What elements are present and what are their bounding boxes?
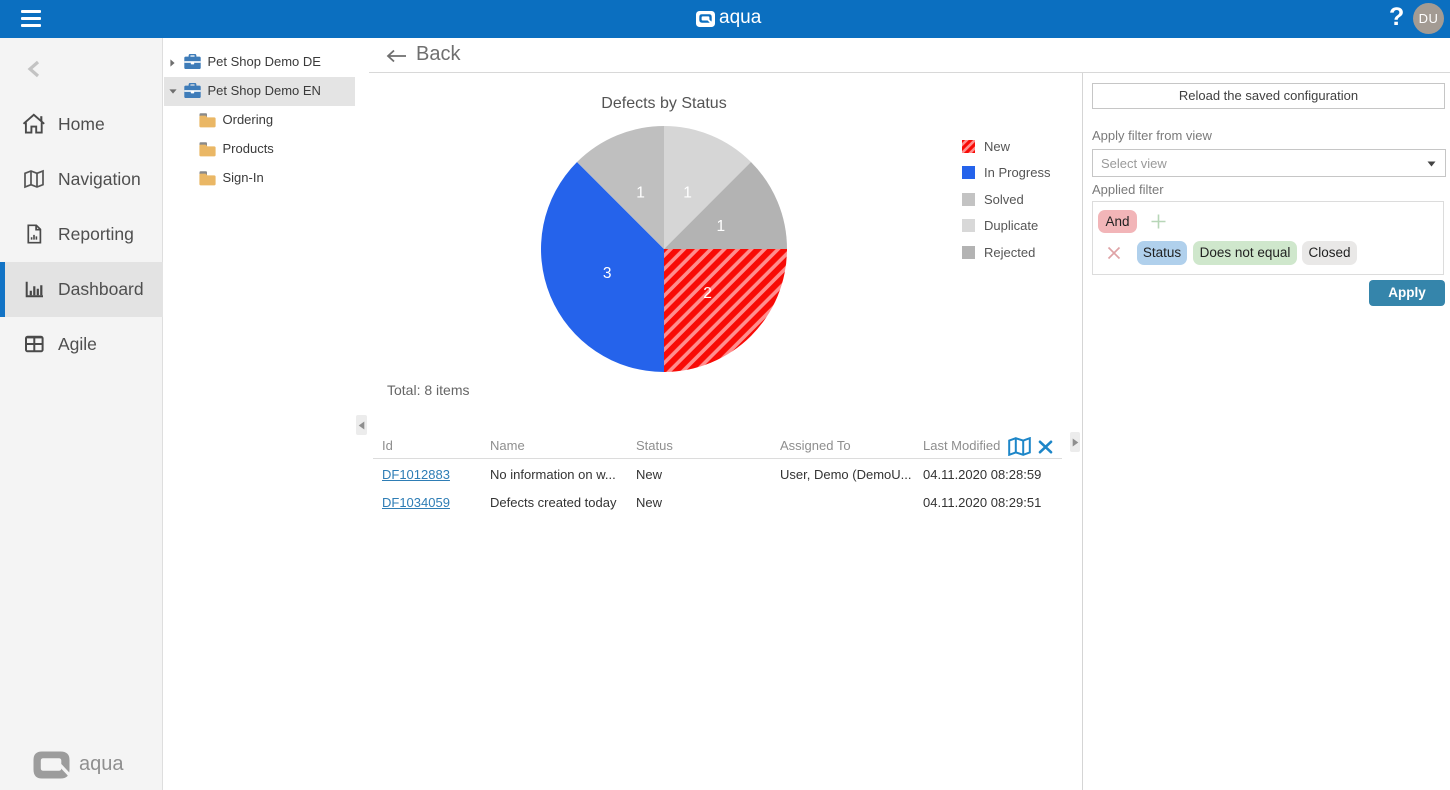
svg-text:2: 2	[703, 285, 712, 302]
svg-text:1: 1	[636, 185, 645, 202]
svg-text:1: 1	[683, 185, 692, 202]
svg-text:3: 3	[603, 265, 612, 282]
svg-text:1: 1	[716, 218, 725, 235]
